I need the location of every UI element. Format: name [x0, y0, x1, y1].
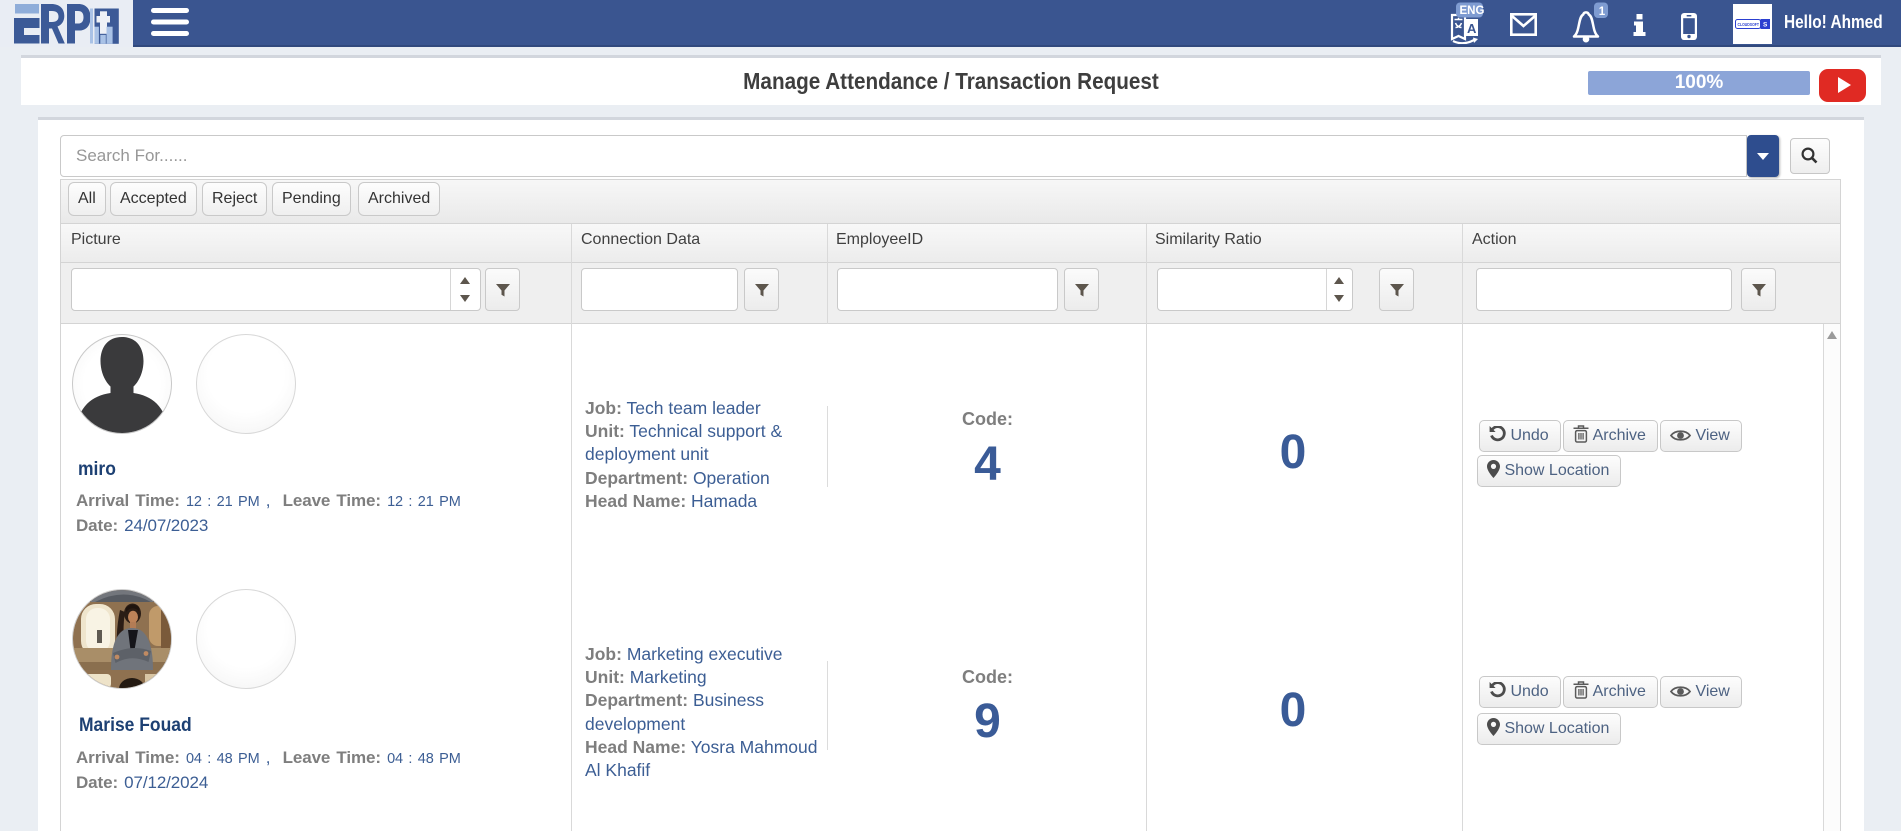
svg-text:A: A	[1467, 21, 1477, 36]
svg-text:ENG: ENG	[1460, 5, 1485, 17]
svg-text:1: 1	[1599, 6, 1606, 18]
svg-text:CLOUDSOFT: CLOUDSOFT	[1738, 22, 1760, 27]
svg-text:S: S	[1763, 22, 1768, 29]
